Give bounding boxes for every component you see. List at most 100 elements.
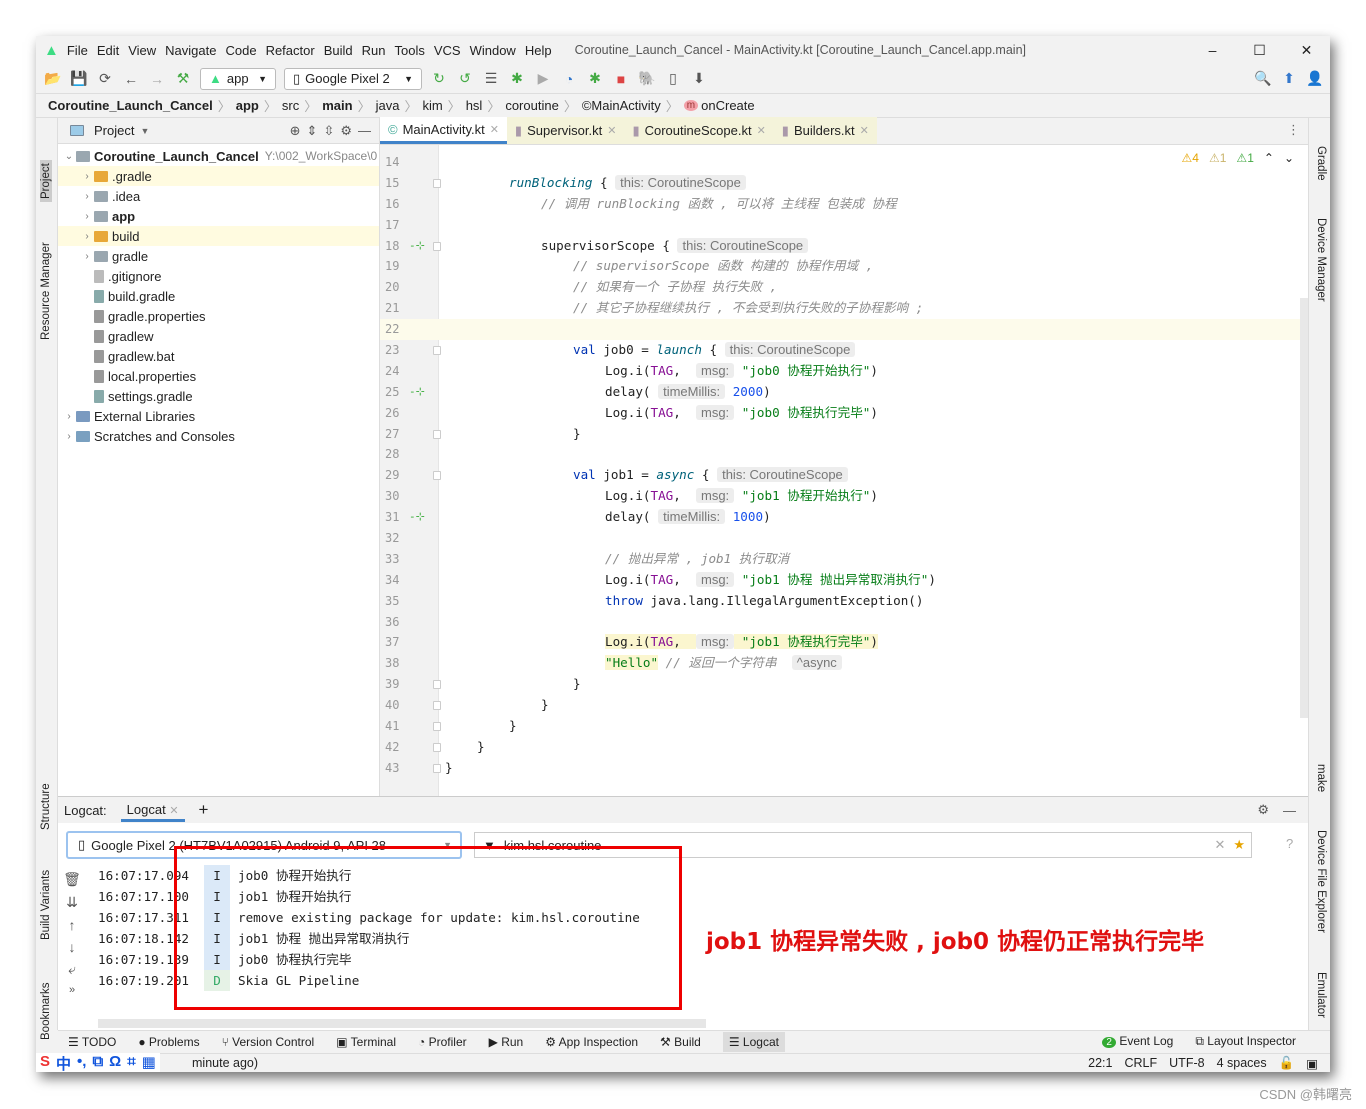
tree-item[interactable]: local.properties: [58, 366, 379, 386]
editor-scrollbar[interactable]: [1300, 298, 1308, 718]
breadcrumb-item[interactable]: onCreate: [701, 98, 754, 113]
hide-icon[interactable]: —: [358, 123, 371, 138]
close-button[interactable]: ✕: [1283, 36, 1330, 64]
more-icon[interactable]: »: [69, 984, 75, 996]
tree-item[interactable]: › gradle: [58, 246, 379, 266]
gear-icon[interactable]: ⚙: [340, 123, 352, 139]
menu-code[interactable]: Code: [225, 43, 256, 58]
tree-item[interactable]: gradle.properties: [58, 306, 379, 326]
chevron-right-icon[interactable]: ›: [80, 171, 94, 182]
tool-tab-gradle[interactable]: Gradle: [1315, 146, 1327, 181]
account-icon[interactable]: 👤: [1306, 70, 1324, 87]
tree-item[interactable]: .gitignore: [58, 266, 379, 286]
code-line[interactable]: 23 val job0 = launch { this: CoroutineSco…: [380, 340, 1308, 361]
help-icon[interactable]: ?: [1286, 836, 1293, 851]
menu-navigate[interactable]: Navigate: [165, 43, 216, 58]
tree-item[interactable]: › External Libraries: [58, 406, 379, 426]
code-line[interactable]: 35 throw java.lang.IllegalArgumentExcepti…: [380, 591, 1308, 612]
close-icon[interactable]: ✕: [757, 124, 766, 137]
tree-item[interactable]: › .gradle: [58, 166, 379, 186]
code-line[interactable]: 38 "Hello" // 返回一个字符串 ^async: [380, 653, 1308, 674]
code-line[interactable]: 33 // 抛出异常 , job1 执行取消: [380, 549, 1308, 570]
ime-button[interactable]: ▦: [142, 1053, 156, 1073]
run-list-icon[interactable]: ☰: [482, 70, 500, 87]
menu-file[interactable]: File: [67, 43, 88, 58]
breadcrumb-item[interactable]: MainActivity: [591, 98, 660, 113]
tool-window-logcat[interactable]: ☰ Logcat: [722, 1032, 785, 1052]
more-tabs-icon[interactable]: ⋮: [1287, 122, 1300, 138]
tree-root[interactable]: ⌄ Coroutine_Launch_Cancel Y:\002_WorkSpa…: [58, 146, 379, 166]
ime-button[interactable]: ⌗: [127, 1053, 135, 1073]
code-line[interactable]: 22: [380, 319, 1308, 341]
run-config-select[interactable]: ▲ app ▼: [200, 67, 276, 90]
code-line[interactable]: 14: [380, 152, 1308, 173]
tab-mainactivity-kt[interactable]: © MainActivity.kt ✕: [380, 117, 507, 144]
code-line[interactable]: 36: [380, 612, 1308, 633]
menu-vcs[interactable]: VCS: [434, 43, 461, 58]
tool-window-version-control[interactable]: ⑂ Version Control: [222, 1035, 315, 1049]
fold-marker-icon[interactable]: [433, 701, 441, 711]
file-encoding[interactable]: UTF-8: [1169, 1056, 1204, 1071]
build-hammer-icon[interactable]: ⚒: [174, 70, 192, 87]
close-icon[interactable]: ✕: [607, 124, 616, 137]
coverage-icon[interactable]: ▶: [534, 70, 552, 87]
tree-item[interactable]: › build: [58, 226, 379, 246]
arrow-down-icon[interactable]: ↓: [69, 939, 76, 955]
chevron-right-icon[interactable]: ›: [80, 211, 94, 222]
code-line[interactable]: 21 // 其它子协程继续执行 , 不会受到执行失败的子协程影响 ;: [380, 298, 1308, 319]
menu-run[interactable]: Run: [362, 43, 386, 58]
chevron-down-icon[interactable]: ▼: [140, 126, 149, 136]
breadcrumb-item[interactable]: main: [322, 98, 352, 113]
tool-window-run[interactable]: ▶ Run: [489, 1035, 524, 1049]
code-line[interactable]: 34 Log.i(TAG, msg: "job1 协程 抛出异常取消执行"): [380, 570, 1308, 591]
fold-marker-icon[interactable]: [433, 429, 441, 439]
apply-code-changes-icon[interactable]: ↺: [456, 70, 474, 87]
breadcrumb-item[interactable]: src: [282, 98, 299, 113]
ime-toolbar[interactable]: S 中 •, ⧉ Ω ⌗ ▦: [36, 1052, 160, 1073]
code-line[interactable]: 28: [380, 444, 1308, 465]
tool-window-todo[interactable]: ☰ TODO: [68, 1035, 116, 1049]
breadcrumb-item[interactable]: coroutine: [505, 98, 558, 113]
attach-debugger-icon[interactable]: ✱: [586, 70, 604, 87]
collapse-all-icon[interactable]: ⇳: [323, 123, 334, 139]
menu-help[interactable]: Help: [525, 43, 552, 58]
breadcrumb-item[interactable]: hsl: [466, 98, 483, 113]
fold-marker-icon[interactable]: [433, 471, 441, 481]
breadcrumb-item[interactable]: app: [236, 98, 259, 113]
ime-button[interactable]: ⧉: [92, 1053, 103, 1073]
close-icon[interactable]: ✕: [169, 805, 178, 817]
line-separator[interactable]: CRLF: [1125, 1056, 1158, 1071]
soft-wrap-icon[interactable]: ⤶: [68, 961, 76, 978]
tree-item[interactable]: › .idea: [58, 186, 379, 206]
event-log-button[interactable]: 2 Event Log: [1102, 1034, 1173, 1049]
stop-icon[interactable]: ■: [612, 71, 630, 87]
notifications-icon[interactable]: ▣: [1306, 1056, 1318, 1071]
trash-icon[interactable]: 🗑: [63, 871, 81, 888]
fold-marker-icon[interactable]: [433, 241, 441, 251]
tree-item[interactable]: gradlew.bat: [58, 346, 379, 366]
tool-tab-resource-manager[interactable]: Resource Manager: [40, 242, 52, 340]
fold-marker-icon[interactable]: [433, 742, 441, 752]
sdk-manager-icon[interactable]: ⬇: [690, 70, 708, 87]
arrow-up-icon[interactable]: ↑: [69, 917, 76, 933]
fold-marker-icon[interactable]: [433, 722, 441, 732]
fold-marker-icon[interactable]: [433, 346, 441, 356]
fold-marker-icon[interactable]: [433, 178, 441, 188]
project-view-select[interactable]: Project: [94, 123, 134, 138]
update-icon[interactable]: ⬆: [1280, 70, 1298, 87]
scroll-to-end-icon[interactable]: ⇊: [66, 894, 78, 911]
lock-icon[interactable]: 🔓: [1279, 1056, 1295, 1071]
tool-tab-build-variants[interactable]: Build Variants: [40, 870, 52, 940]
indent-setting[interactable]: 4 spaces: [1217, 1056, 1267, 1071]
code-line[interactable]: 40}: [380, 695, 1308, 716]
ime-button[interactable]: •,: [77, 1053, 86, 1073]
tool-window-profiler[interactable]: ◔ Profiler: [418, 1035, 467, 1049]
tool-window-terminal[interactable]: ▣ Terminal: [336, 1035, 396, 1049]
code-line[interactable]: 24 Log.i(TAG, msg: "job0 协程开始执行"): [380, 361, 1308, 382]
back-icon[interactable]: ←: [122, 71, 140, 87]
code-line[interactable]: 25 -⊹ delay( timeMillis: 2000): [380, 382, 1308, 403]
code-line[interactable]: 39}: [380, 674, 1308, 695]
ime-button[interactable]: S: [40, 1053, 50, 1073]
chevron-right-icon[interactable]: ›: [62, 431, 76, 442]
code-line[interactable]: 16 // 调用 runBlocking 函数 , 可以将 主线程 包装成 协程: [380, 194, 1308, 215]
